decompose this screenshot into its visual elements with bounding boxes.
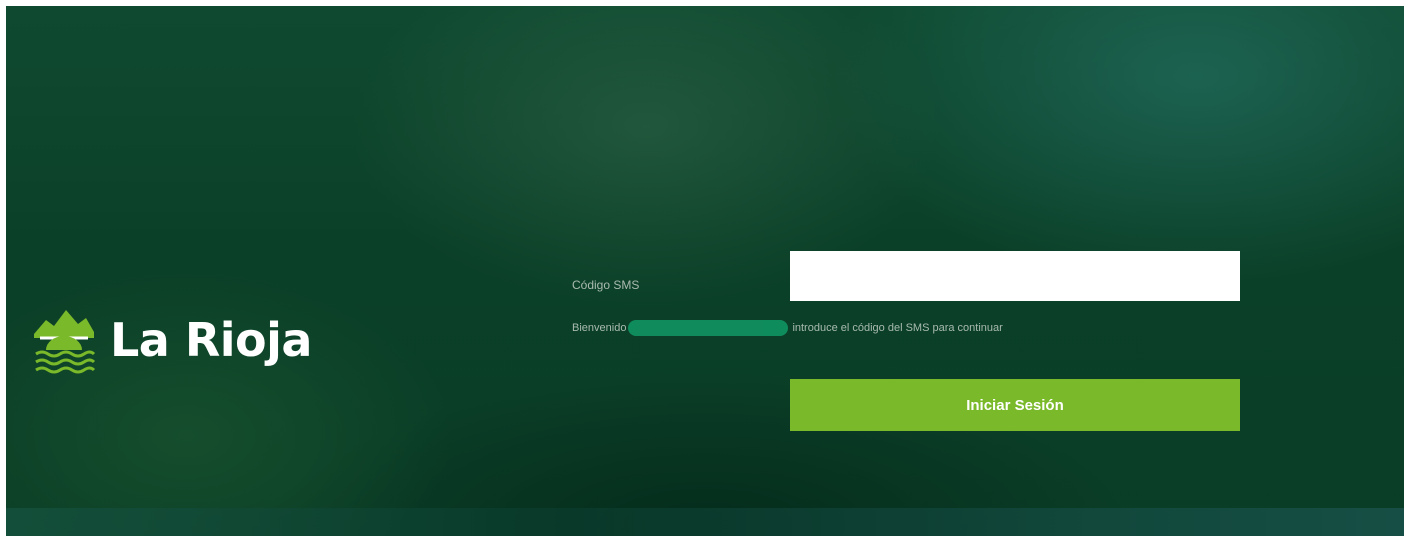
welcome-instructions: introduce el código del SMS para continu… <box>792 322 1003 334</box>
redacted-username <box>628 320 789 336</box>
brand-name: La Rioja <box>110 313 312 367</box>
sms-code-label: Código SMS <box>572 278 640 292</box>
background-band <box>6 508 1404 536</box>
sms-code-input[interactable] <box>790 251 1240 301</box>
login-button[interactable]: Iniciar Sesión <box>790 379 1240 431</box>
welcome-message: Bienvenido introduce el código del SMS p… <box>572 320 1003 336</box>
la-rioja-logo-icon <box>34 310 96 374</box>
welcome-prefix: Bienvenido <box>572 322 627 334</box>
login-screen: La Rioja Código SMS Bienvenido introduce… <box>6 6 1404 536</box>
brand-logo: La Rioja <box>32 304 312 376</box>
